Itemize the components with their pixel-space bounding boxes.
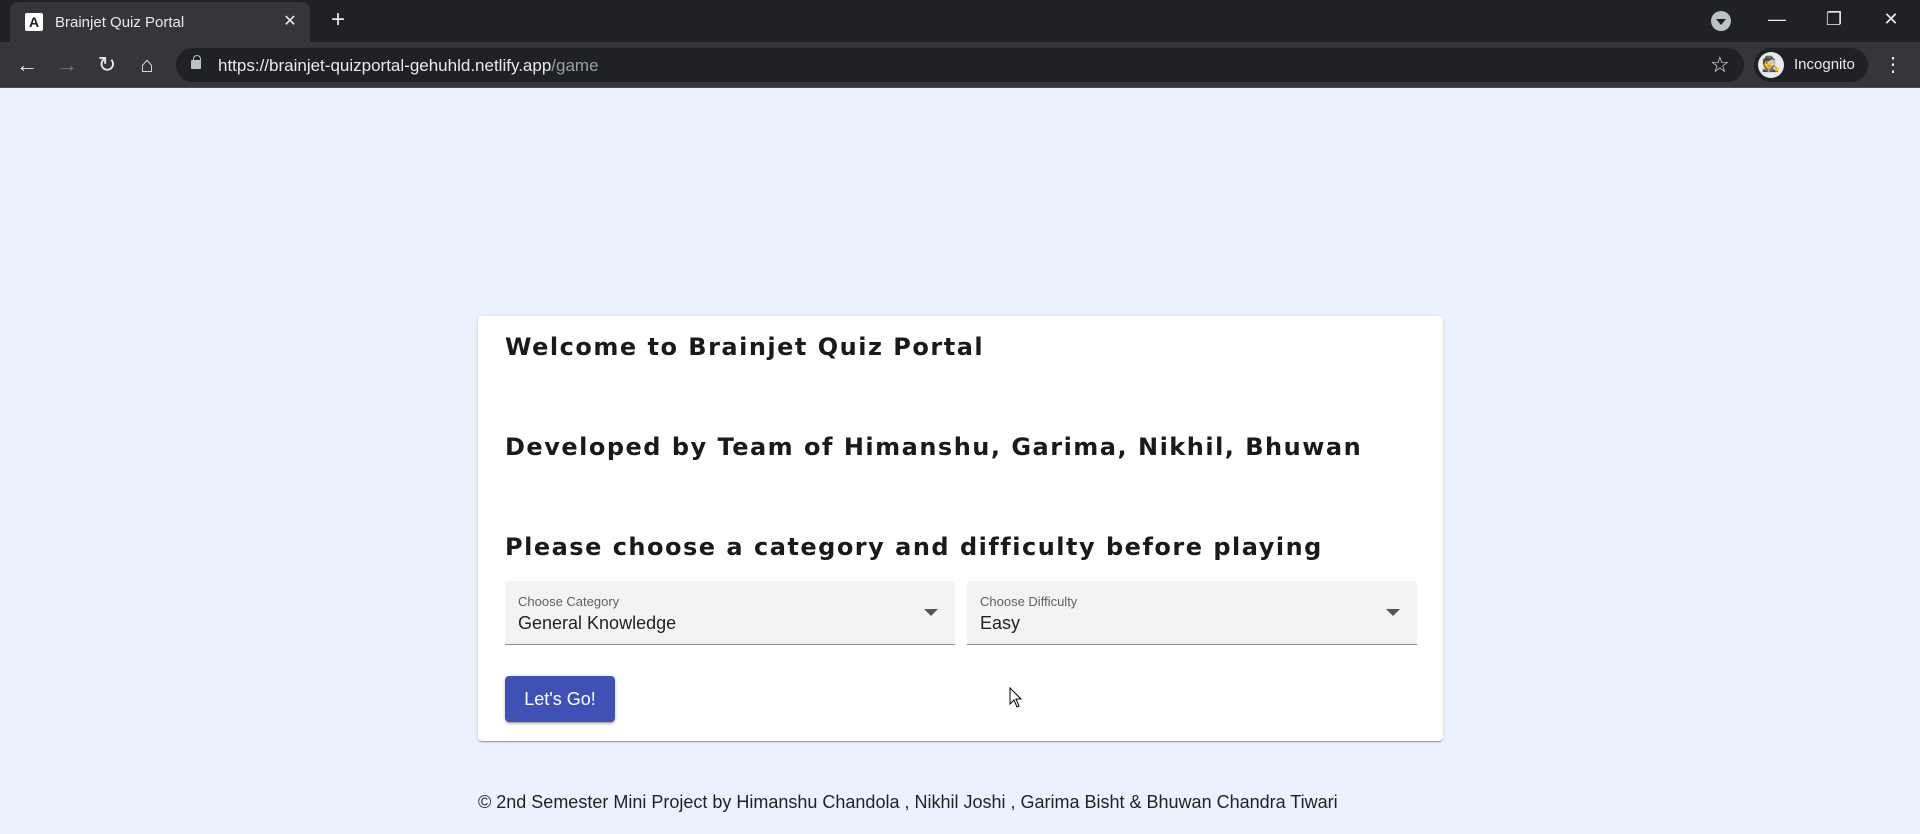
category-label: Choose Category bbox=[518, 594, 620, 609]
mouse-cursor-icon bbox=[1009, 687, 1023, 708]
footer-credits: © 2nd Semester Mini Project by Himanshu … bbox=[478, 792, 1338, 812]
minimize-icon[interactable]: — bbox=[1749, 0, 1805, 40]
developers-heading: Developed by Team of Himanshu, Garima, N… bbox=[505, 433, 1363, 461]
reload-icon[interactable]: ↻ bbox=[92, 50, 122, 80]
browser-menu-icon[interactable]: ⋮ bbox=[1883, 50, 1903, 80]
chevron-down-icon[interactable] bbox=[924, 609, 938, 616]
quiz-setup-card: Welcome to Brainjet Quiz Portal Develope… bbox=[478, 316, 1443, 741]
home-icon[interactable]: ⌂ bbox=[132, 50, 162, 80]
favicon-icon: A bbox=[25, 13, 43, 31]
difficulty-label: Choose Difficulty bbox=[980, 594, 1078, 609]
browser-toolbar: ← → ↻ ⌂ https://brainjet-quizportal-gehu… bbox=[0, 42, 1920, 88]
incognito-icon: 🕵 bbox=[1758, 52, 1784, 78]
forward-icon[interactable]: → bbox=[52, 50, 82, 80]
instruction-heading: Please choose a category and difficulty … bbox=[505, 533, 1323, 561]
tab-search-icon[interactable] bbox=[1711, 11, 1731, 31]
category-select[interactable]: Choose Category General Knowledge bbox=[505, 581, 955, 645]
address-bar[interactable]: https://brainjet-quizportal-gehuhld.netl… bbox=[176, 48, 1744, 82]
restore-icon[interactable]: ❐ bbox=[1806, 0, 1862, 40]
lets-go-button[interactable]: Let's Go! bbox=[505, 676, 615, 722]
difficulty-select[interactable]: Choose Difficulty Easy bbox=[967, 581, 1417, 645]
url-path: /game bbox=[551, 56, 599, 75]
profile-label: Incognito bbox=[1794, 56, 1855, 73]
new-tab-icon[interactable]: + bbox=[326, 8, 350, 33]
lock-icon[interactable] bbox=[191, 55, 201, 69]
tab-close-icon[interactable]: ✕ bbox=[280, 12, 300, 32]
welcome-heading: Welcome to Brainjet Quiz Portal bbox=[505, 333, 985, 361]
close-window-icon[interactable]: ✕ bbox=[1863, 0, 1919, 40]
tab-title: Brainjet Quiz Portal bbox=[55, 14, 185, 31]
difficulty-value: Easy bbox=[980, 613, 1021, 633]
back-icon[interactable]: ← bbox=[12, 50, 42, 80]
url-host: https://brainjet-quizportal-gehuhld.netl… bbox=[218, 56, 552, 75]
browser-tab[interactable]: A Brainjet Quiz Portal ✕ bbox=[10, 2, 310, 42]
bookmark-star-icon[interactable]: ☆ bbox=[1710, 51, 1730, 79]
browser-titlebar: A Brainjet Quiz Portal ✕ + — ❐ ✕ bbox=[0, 0, 1920, 42]
url-text[interactable]: https://brainjet-quizportal-gehuhld.netl… bbox=[218, 56, 599, 76]
category-value: General Knowledge bbox=[518, 613, 677, 633]
incognito-profile-button[interactable]: 🕵 Incognito bbox=[1754, 48, 1868, 82]
chevron-down-icon[interactable] bbox=[1386, 609, 1400, 616]
